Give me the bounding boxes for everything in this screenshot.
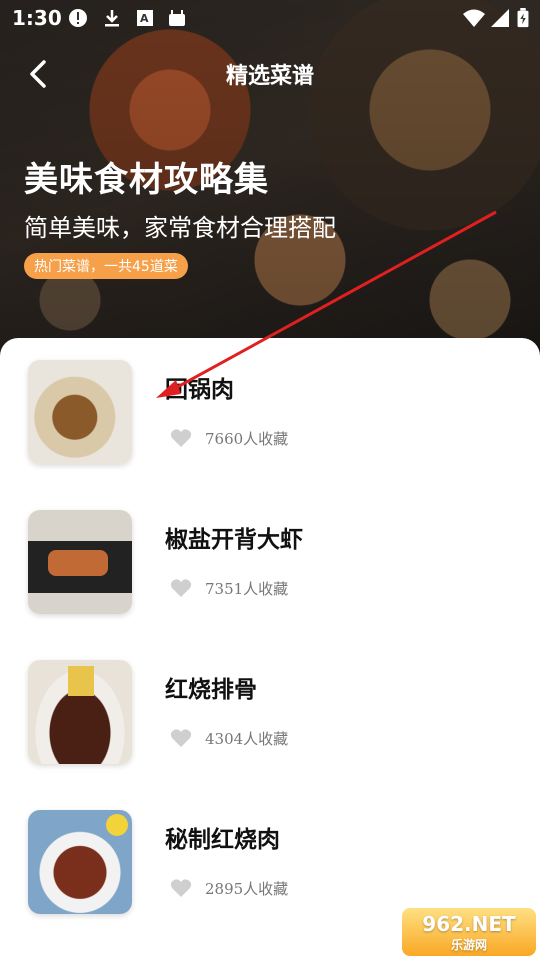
- recipe-name: 红烧排骨: [165, 676, 257, 703]
- recipe-name: 椒盐开背大虾: [165, 526, 303, 553]
- download-icon: [105, 10, 119, 27]
- font-icon: A: [137, 10, 153, 26]
- heart-icon[interactable]: [170, 578, 192, 598]
- favorite-count: 7660人收藏: [205, 430, 289, 448]
- recipe-thumbnail: [28, 510, 132, 614]
- alert-icon: [69, 9, 87, 27]
- recipe-item[interactable]: 回锅肉 7660人收藏: [0, 338, 540, 464]
- recipe-thumbnail: [28, 360, 132, 464]
- recipe-list: 回锅肉 7660人收藏 椒盐开背大虾 7351人收藏 红烧排骨 4304人收藏: [0, 338, 540, 960]
- favorite-count: 7351人收藏: [205, 580, 289, 598]
- watermark-bottom: 乐游网: [450, 937, 487, 952]
- android-icon: [169, 10, 185, 26]
- watermark-top: 962.NET: [422, 911, 516, 936]
- wifi-icon: [463, 9, 485, 27]
- recipe-thumbnail: [28, 660, 132, 764]
- battery-icon: [517, 8, 529, 28]
- watermark-logo: 962.NET 乐游网: [402, 908, 536, 956]
- recipe-thumbnail: [28, 810, 132, 914]
- heart-icon[interactable]: [170, 728, 192, 748]
- hero-title: 美味食材攻略集: [24, 160, 269, 200]
- status-time: 1:30: [12, 6, 62, 30]
- favorite-count: 2895人收藏: [205, 880, 289, 898]
- recipe-item[interactable]: 红烧排骨 4304人收藏: [0, 638, 540, 764]
- status-bar: 1:30 A: [0, 0, 540, 36]
- recipe-name: 秘制红烧肉: [165, 826, 280, 853]
- signal-icon: [491, 9, 509, 27]
- page-title: 精选菜谱: [225, 64, 314, 89]
- recipe-item[interactable]: 椒盐开背大虾 7351人收藏: [0, 488, 540, 614]
- recipe-name: 回锅肉: [165, 376, 234, 403]
- heart-icon[interactable]: [170, 428, 192, 448]
- favorite-count: 4304人收藏: [205, 730, 289, 748]
- recipe-item[interactable]: 秘制红烧肉 2895人收藏: [0, 788, 540, 914]
- top-bar: 精选菜谱: [0, 50, 540, 98]
- heart-icon[interactable]: [170, 878, 192, 898]
- svg-text:A: A: [140, 12, 149, 25]
- hero-subtitle: 简单美味，家常食材合理搭配: [24, 214, 336, 242]
- recipe-count-badge: 热门菜谱，一共45道菜: [24, 253, 188, 279]
